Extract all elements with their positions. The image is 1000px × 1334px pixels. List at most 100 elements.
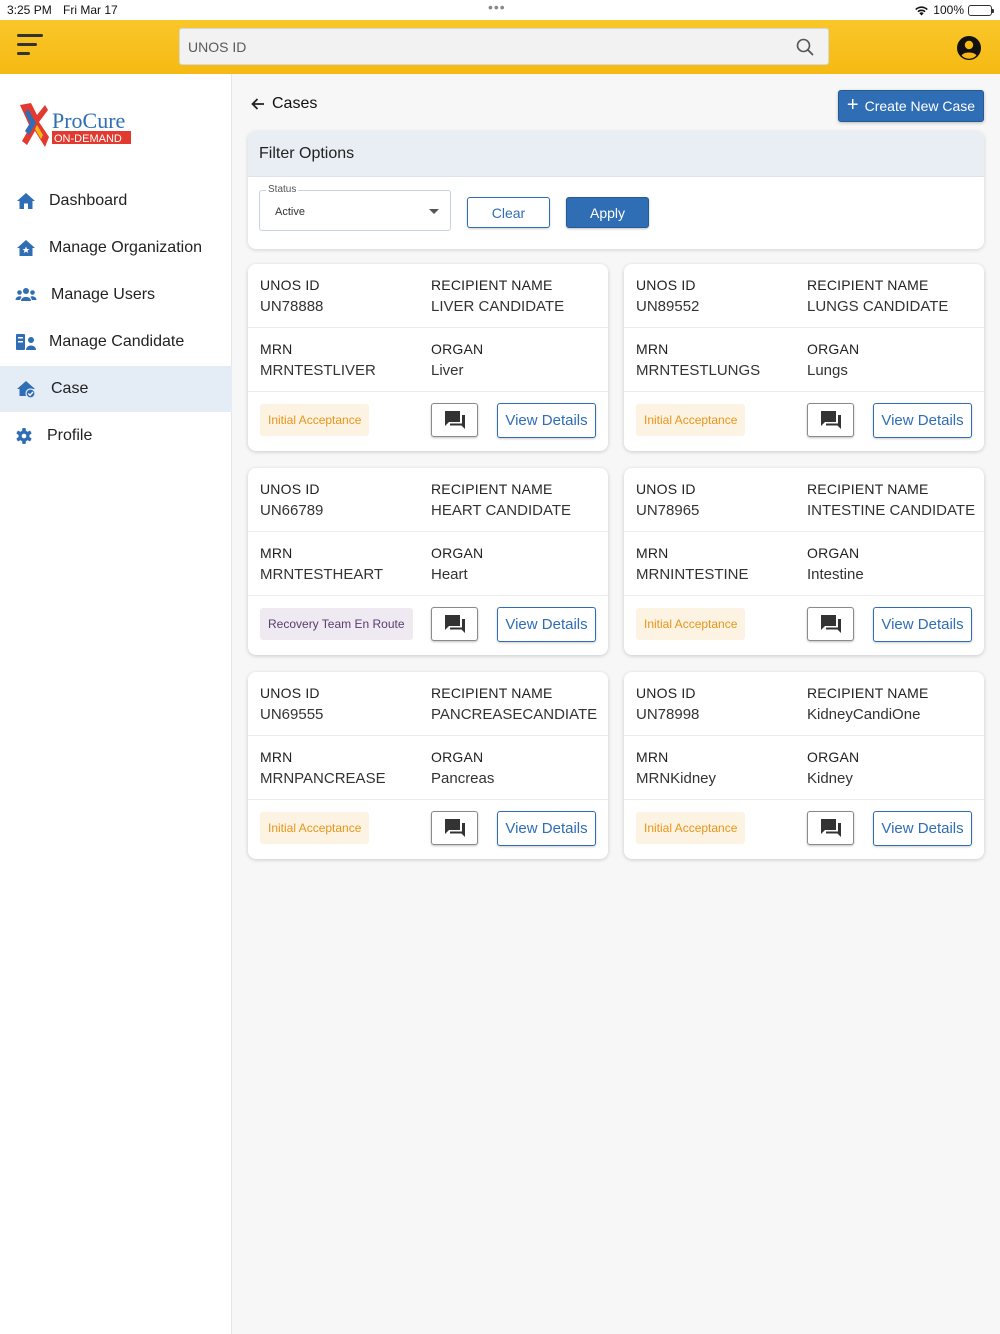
sidebar-item-label: Profile (47, 427, 93, 444)
case-card: UNOS ID UN69555 RECIPIENT NAME PANCREASECAN… (248, 672, 608, 859)
organ-label: ORGAN (431, 749, 484, 765)
chat-button[interactable] (807, 607, 854, 641)
unos-id-cell: UNOS ID UN78965 (636, 481, 699, 519)
status-badge: Recovery Team En Route (260, 608, 413, 640)
recipient-name-cell: RECIPIENT NAME PANCREASECANDIATE (431, 685, 597, 723)
case-card: UNOS ID UN78888 RECIPIENT NAME LIVER CANDID… (248, 264, 608, 451)
organ-value: Lungs (807, 362, 848, 379)
recipient-name-value: PANCREASECANDIATE (431, 706, 598, 723)
users-icon (15, 288, 37, 301)
sidebar-item-label: Manage Organization (49, 239, 202, 256)
recipient-name-cell: RECIPIENT NAME INTESTINE CANDIDATE (807, 481, 975, 519)
organ-label: ORGAN (807, 545, 860, 561)
organ-value: Heart (431, 566, 468, 583)
menu-icon[interactable] (17, 34, 43, 56)
unos-id-cell: UNOS ID UN78888 (260, 277, 323, 315)
chat-button[interactable] (807, 403, 854, 437)
chat-button[interactable] (431, 811, 478, 845)
account-icon[interactable] (956, 35, 982, 61)
status-badge: Initial Acceptance (636, 812, 746, 844)
plus-icon: + (846, 94, 859, 116)
unos-id-cell: UNOS ID UN66789 (260, 481, 323, 519)
sidebar-item-manage-organization[interactable]: Manage Organization (0, 225, 232, 271)
mrn-value: MRNTESTLIVER (260, 362, 376, 379)
view-details-button[interactable]: View Details (497, 607, 596, 642)
view-details-button[interactable]: View Details (873, 607, 972, 642)
status-badge: Initial Acceptance (260, 812, 370, 844)
view-details-button[interactable]: View Details (873, 811, 972, 846)
multitasking-dots-icon[interactable]: ••• (488, 0, 506, 15)
battery-percent: 100% (933, 3, 964, 17)
top-app-bar (0, 20, 1000, 74)
mrn-cell: MRN MRNKidney (636, 749, 716, 787)
page-header: Cases (250, 92, 317, 116)
unos-id-label: UNOS ID (260, 481, 320, 497)
sidebar-item-dashboard[interactable]: Dashboard (0, 178, 232, 224)
recipient-name-cell: RECIPIENT NAME LIVER CANDIDATE (431, 277, 564, 315)
status-right: 100% (914, 3, 994, 17)
view-details-button[interactable]: View Details (497, 811, 596, 846)
status-badge: Initial Acceptance (636, 608, 746, 640)
status-badge: Initial Acceptance (260, 404, 370, 436)
page-title: Cases (272, 95, 318, 112)
sidebar-item-label: Dashboard (49, 192, 128, 209)
recipient-name-cell: RECIPIENT NAME LUNGS CANDIDATE (807, 277, 948, 315)
case-icon (17, 381, 36, 399)
case-card: UNOS ID UN78998 RECIPIENT NAME KidneyCandiO… (624, 672, 984, 859)
organ-cell: ORGAN Heart (431, 545, 483, 583)
status-bar: 3:25 PM Fri Mar 17 ••• 100% (0, 0, 1000, 20)
organ-cell: ORGAN Liver (431, 341, 483, 379)
clear-button[interactable]: Clear (467, 197, 550, 228)
organ-cell: ORGAN Intestine (807, 545, 864, 583)
mrn-value: MRNPANCREASE (260, 770, 386, 787)
status-select[interactable]: Status Active (259, 184, 451, 231)
back-arrow-icon[interactable] (250, 96, 266, 112)
view-details-button[interactable]: View Details (497, 403, 596, 438)
unos-id-label: UNOS ID (260, 277, 320, 293)
case-card: UNOS ID UN89552 RECIPIENT NAME LUNGS CANDID… (624, 264, 984, 451)
mrn-label: MRN (636, 341, 669, 357)
status-badge: Initial Acceptance (636, 404, 746, 436)
unos-id-cell: UNOS ID UN69555 (260, 685, 323, 723)
search-input[interactable] (180, 29, 780, 64)
case-card-row: UNOS ID UN66789 RECIPIENT NAME HEART CANDID… (248, 468, 608, 532)
unos-id-value: UN78998 (636, 706, 700, 723)
apply-button[interactable]: Apply (566, 197, 649, 228)
mrn-cell: MRN MRNPANCREASE (260, 749, 386, 787)
sidebar-item-profile[interactable]: Profile (0, 413, 232, 459)
sidebar-item-label: Manage Candidate (49, 333, 185, 350)
mrn-value: MRNINTESTINE (636, 566, 749, 583)
status-select-label: Status (266, 184, 299, 195)
view-details-button[interactable]: View Details (873, 403, 972, 438)
chat-button[interactable] (807, 811, 854, 845)
case-card-row: MRN MRNTESTHEART ORGAN Heart (248, 532, 608, 596)
chat-button[interactable] (431, 607, 478, 641)
status-time: 3:25 PM (7, 3, 52, 17)
recipient-name-cell: RECIPIENT NAME KidneyCandiOne (807, 685, 929, 723)
organ-label: ORGAN (431, 341, 484, 357)
unos-id-label: UNOS ID (636, 277, 696, 293)
battery-icon (968, 4, 994, 16)
chat-button[interactable] (431, 403, 478, 437)
mrn-label: MRN (260, 545, 293, 561)
sidebar-item-manage-candidate[interactable]: Manage Candidate (0, 319, 232, 365)
mrn-cell: MRN MRNTESTLIVER (260, 341, 376, 379)
organ-value: Kidney (807, 770, 853, 787)
chat-icon (820, 411, 841, 429)
organ-cell: ORGAN Pancreas (431, 749, 494, 787)
filter-options-card: Filter Options Status Active Clear Apply (248, 131, 984, 249)
case-card: UNOS ID UN78965 RECIPIENT NAME INTESTINE CA… (624, 468, 984, 655)
recipient-name-label: RECIPIENT NAME (431, 277, 553, 293)
status-date: Fri Mar 17 (63, 3, 118, 17)
mrn-label: MRN (260, 749, 293, 765)
case-card-row: MRN MRNPANCREASE ORGAN Pancreas (248, 736, 608, 800)
filter-options-title: Filter Options (248, 131, 984, 177)
search-icon[interactable] (796, 38, 814, 56)
sidebar-item-case[interactable]: Case (0, 366, 232, 412)
mrn-label: MRN (636, 545, 669, 561)
create-new-case-button[interactable]: + Create New Case (838, 90, 984, 122)
case-card-row: MRN MRNTESTLUNGS ORGAN Lungs (624, 328, 984, 392)
procure-logo[interactable]: ProCure ON-DEMAND (17, 101, 137, 153)
unos-id-label: UNOS ID (636, 685, 696, 701)
sidebar-item-manage-users[interactable]: Manage Users (0, 272, 232, 318)
